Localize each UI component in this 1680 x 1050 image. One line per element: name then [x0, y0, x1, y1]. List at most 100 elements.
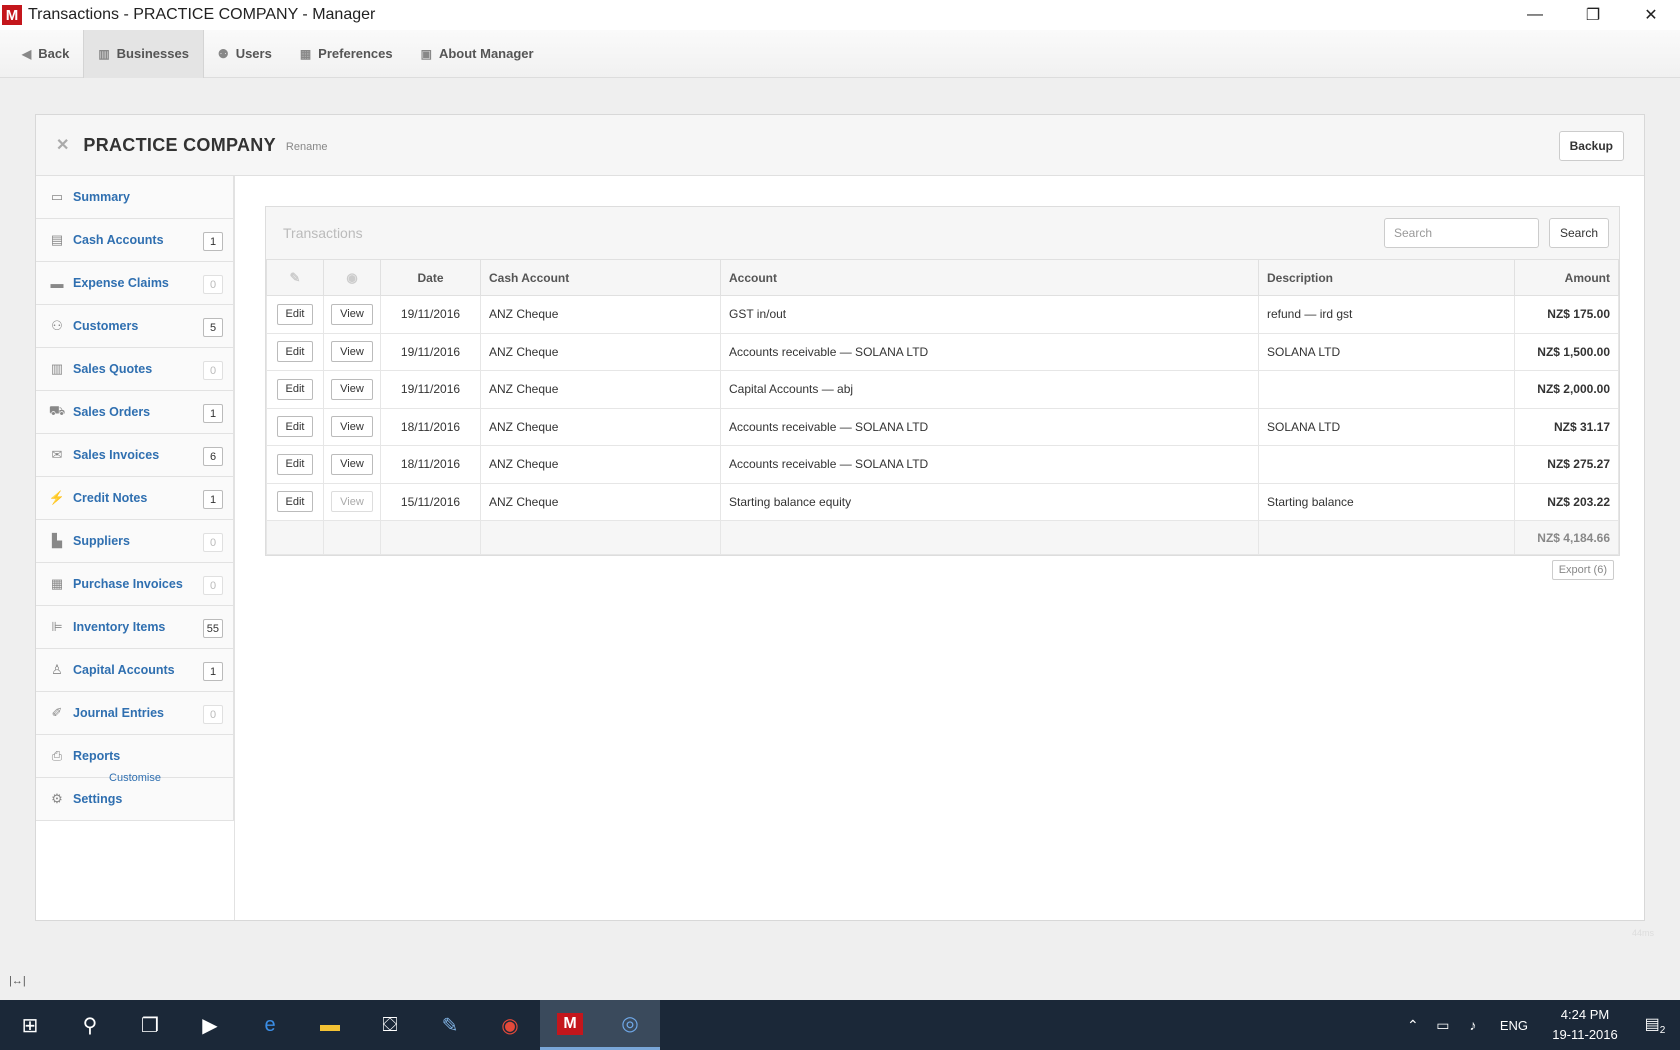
date-column-header[interactable]: Date: [380, 259, 481, 296]
transactions-title: Transactions: [283, 225, 363, 241]
customers-icon: ⚇: [51, 318, 63, 333]
businesses-label: Businesses: [116, 46, 189, 61]
users-icon: ⚉: [217, 46, 229, 61]
sidebar-item-journal-entries[interactable]: ✐ Journal Entries 0: [36, 692, 234, 735]
empty-total-cell: [323, 520, 381, 555]
sidebar-item-inventory-items[interactable]: ⊫ Inventory Items 55: [36, 606, 234, 649]
edit-cell: Edit: [266, 445, 324, 484]
sidebar-item-suppliers[interactable]: ▙ Suppliers 0: [36, 520, 234, 563]
media-player-icon[interactable]: ▶: [180, 1000, 240, 1050]
nav-users[interactable]: ⚉ Users: [204, 30, 286, 78]
table-row: Edit View 18/11/2016 ANZ Cheque Accounts rec…: [266, 407, 1619, 446]
paint-icon[interactable]: ✎: [420, 1000, 480, 1050]
language-indicator[interactable]: ENG: [1500, 1018, 1528, 1033]
cash-account-column-header[interactable]: Cash Account: [480, 259, 721, 296]
sidebar-item-sales-quotes[interactable]: ▥ Sales Quotes 0: [36, 348, 234, 391]
sidebar-item-label: Cash Accounts: [73, 233, 164, 247]
edit-button[interactable]: Edit: [276, 453, 314, 475]
windows-start-icon[interactable]: ⊞: [0, 1000, 60, 1050]
export-button[interactable]: Export (6): [1551, 560, 1614, 580]
cash-account-cell: ANZ Cheque: [480, 332, 721, 371]
file-explorer-icon[interactable]: ▬: [300, 1000, 360, 1050]
close-business-icon[interactable]: ✕: [56, 135, 69, 155]
count-badge: 0: [203, 361, 223, 380]
sidebar-item-credit-notes[interactable]: ⚡ Credit Notes 1: [36, 477, 234, 520]
app-globe-icon[interactable]: ◎: [600, 1000, 660, 1050]
view-button[interactable]: View: [331, 416, 373, 438]
amount-cell: NZ$ 175.00: [1514, 295, 1619, 334]
clock[interactable]: 4:24 PM 19-11-2016: [1540, 1005, 1630, 1045]
maximize-button[interactable]: ❐: [1564, 0, 1622, 30]
total-amount: NZ$ 4,184.66: [1514, 520, 1619, 555]
table-row: Edit View 19/11/2016 ANZ Cheque GST in/out re…: [266, 295, 1619, 334]
edit-column-header: ✎: [266, 259, 324, 296]
account-column-header[interactable]: Account: [720, 259, 1259, 296]
minimize-button[interactable]: —: [1506, 0, 1564, 30]
chevron-up-icon[interactable]: ⌃: [1398, 1017, 1428, 1034]
view-button[interactable]: View: [331, 341, 373, 363]
customise-link[interactable]: Customise: [36, 772, 234, 784]
description-column-header[interactable]: Description: [1258, 259, 1515, 296]
search-icon[interactable]: ⚲: [60, 1000, 120, 1050]
view-button[interactable]: View: [331, 453, 373, 475]
transactions-table: ✎ ◉ Date Cash Account Account Descriptio…: [266, 259, 1619, 555]
sidebar-item-label: Sales Quotes: [73, 362, 153, 376]
backup-button[interactable]: Backup: [1558, 131, 1624, 161]
sidebar-item-sales-invoices[interactable]: ✉ Sales Invoices 6: [36, 434, 234, 477]
date-cell: 15/11/2016: [380, 482, 481, 521]
store-icon[interactable]: ⛋: [360, 1000, 420, 1050]
table-row: Edit View 15/11/2016 ANZ Cheque Starting bal…: [266, 482, 1619, 521]
edge-browser-icon[interactable]: e: [240, 1000, 300, 1050]
sidebar-item-cash-accounts[interactable]: ▤ Cash Accounts 1: [36, 219, 234, 262]
journal-entries-icon: ✐: [51, 705, 63, 720]
chrome-icon[interactable]: ◉: [480, 1000, 540, 1050]
edit-button[interactable]: Edit: [276, 416, 314, 438]
table-row: Edit View 19/11/2016 ANZ Cheque Accounts rec…: [266, 332, 1619, 371]
network-icon[interactable]: ▭: [1428, 1017, 1458, 1034]
sidebar-item-summary[interactable]: ▭ Summary: [36, 176, 234, 219]
rename-link[interactable]: Rename: [286, 141, 328, 153]
sidebar-item-sales-orders[interactable]: ⛟ Sales Orders 1: [36, 391, 234, 434]
count-badge: 0: [203, 533, 223, 552]
edit-button[interactable]: Edit: [276, 378, 314, 400]
search-input[interactable]: [1384, 218, 1539, 248]
sidebar: ▭ Summary ▤ Cash Accounts 1 ▬ Expense Claims 0 ⚇…: [36, 176, 234, 821]
close-window-button[interactable]: ✕: [1622, 0, 1680, 30]
search-button[interactable]: Search: [1549, 218, 1609, 248]
settings-icon: ⚙: [51, 791, 63, 806]
buildings-icon: ▥: [98, 46, 110, 61]
nav-businesses[interactable]: ▥ Businesses: [83, 29, 204, 78]
view-cell: View: [323, 370, 381, 409]
edit-button[interactable]: Edit: [276, 303, 314, 325]
task-view-icon[interactable]: ❐: [120, 1000, 180, 1050]
nav-about[interactable]: ▣ About Manager: [407, 30, 548, 78]
sidebar-item-capital-accounts[interactable]: ♙ Capital Accounts 1: [36, 649, 234, 692]
sidebar-item-customers[interactable]: ⚇ Customers 5: [36, 305, 234, 348]
cash-account-cell: ANZ Cheque: [480, 482, 721, 521]
cash-account-cell: ANZ Cheque: [480, 445, 721, 484]
manager-app-icon[interactable]: M: [540, 1000, 600, 1050]
count-badge: 55: [202, 619, 223, 638]
view-cell: View: [323, 482, 381, 521]
resize-width-icon[interactable]: |↔|: [9, 975, 26, 987]
view-button[interactable]: View: [331, 378, 373, 400]
amount-column-header[interactable]: Amount: [1514, 259, 1619, 296]
back-button[interactable]: ◀ Back: [8, 30, 83, 78]
description-cell: Starting balance: [1258, 482, 1515, 521]
notifications-icon[interactable]: ▤2: [1630, 1014, 1680, 1036]
view-button[interactable]: View: [331, 303, 373, 325]
summary-icon: ▭: [50, 189, 64, 204]
nav-preferences[interactable]: ▦ Preferences: [286, 30, 407, 78]
edit-button[interactable]: Edit: [276, 341, 314, 363]
view-cell: View: [323, 295, 381, 334]
window-title: Transactions - PRACTICE COMPANY - Manage…: [28, 6, 376, 23]
empty-total-cell: [480, 520, 721, 555]
sidebar-item-label: Summary: [73, 190, 130, 204]
count-badge: 0: [203, 275, 223, 294]
sidebar-item-expense-claims[interactable]: ▬ Expense Claims 0: [36, 262, 234, 305]
volume-icon[interactable]: ♪: [1458, 1017, 1488, 1033]
notification-count: 2: [1659, 1025, 1666, 1037]
edit-button[interactable]: Edit: [276, 491, 314, 513]
sidebar-item-settings[interactable]: ⚙ Settings: [36, 778, 234, 821]
sidebar-item-purchase-invoices[interactable]: ▦ Purchase Invoices 0: [36, 563, 234, 606]
